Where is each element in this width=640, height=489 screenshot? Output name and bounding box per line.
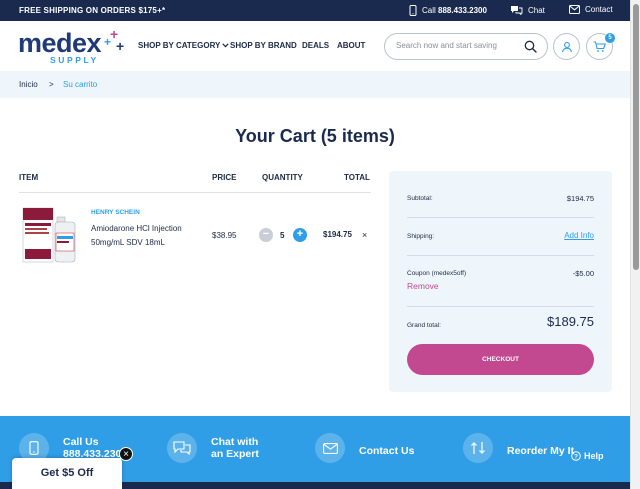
nav-deals-label: DEALS [302,41,330,50]
footer-mail-icon [315,433,345,463]
cart-count-badge: 5 [605,33,615,43]
checkout-button[interactable]: CHECKOUT [407,344,594,375]
medex-logo[interactable]: medex + + + SUPPLY [18,26,124,66]
column-header-item: ITEM [19,173,39,182]
phone-icon [409,5,417,16]
footer-contact-us[interactable]: Contact Us [315,433,415,463]
remove-item-button[interactable]: × [362,230,367,240]
footer-chat-icon [167,433,197,463]
free-shipping-promo: FREE SHIPPING ON ORDERS $175+* [19,6,166,15]
quantity-value[interactable]: 5 [280,231,284,240]
nav-about[interactable]: ABOUT [337,41,365,50]
logo-plus-navy: + [116,38,125,54]
summary-divider [407,255,594,256]
footer-chat-line2: an Expert [211,448,259,460]
call-link[interactable]: Call 888.433.2300 [409,5,487,16]
help-button[interactable]: ? Help [571,451,604,461]
page-title: Your Cart (5 items) [235,126,395,146]
chevron-down-icon [222,43,230,48]
column-header-price: PRICE [212,173,237,182]
call-label: Call [422,6,436,15]
contact-link[interactable]: Contact [569,5,613,14]
cart-icon [593,40,606,52]
breadcrumb-separator: > [49,80,54,89]
summary-divider [407,217,594,218]
footer-contact-label: Contact Us [359,444,415,457]
search-icon[interactable] [524,40,537,53]
grand-total-label: Grand total: [407,322,441,329]
help-label: Help [584,451,604,461]
account-button[interactable] [553,33,580,60]
logo-plus-blue: + [104,35,112,49]
nav-about-label: ABOUT [337,41,366,50]
mail-icon [569,5,580,14]
contact-label: Contact [585,5,613,14]
chat-label: Chat [528,5,545,15]
chat-link[interactable]: Chat [510,5,545,15]
breadcrumb-current: Su carrito [63,80,98,89]
product-brand: HENRY SCHEIN [91,209,140,216]
column-header-total: TOTAL [344,173,370,182]
remove-coupon-link[interactable]: Remove [407,281,439,291]
search-box [384,33,548,60]
add-shipping-info-link[interactable]: Add Info [564,231,594,240]
scrollbar-thumb[interactable] [633,4,639,270]
coupon-value: -$5.00 [572,269,594,278]
footer-chat-line1: Chat with [211,435,259,448]
breadcrumb-home[interactable]: Inicio [19,80,38,89]
summary-divider [407,306,594,307]
footer-call-label: Call Us [63,435,99,448]
table-divider [19,192,371,193]
chat-icon [511,6,523,15]
product-image[interactable] [21,205,77,265]
footer-chat-expert[interactable]: Chat with an Expert [167,433,259,463]
coupon-label: Coupon (medex5off) [407,270,467,277]
quantity-increase-button[interactable]: + [293,228,307,242]
shipping-label: Shipping: [407,233,435,240]
user-icon [561,41,572,52]
nav-deals[interactable]: DEALS [302,41,329,50]
product-name[interactable]: Amiodarone HCl Injection 50mg/mL SDV 18m… [91,222,191,249]
line-total: $194.75 [323,230,352,239]
footer-reorder-icon [463,433,493,463]
nav-shop-by-brand[interactable]: SHOP BY BRAND [230,41,297,50]
top-bar: FREE SHIPPING ON ORDERS $175+* Call 888.… [0,0,640,21]
breadcrumb: Inicio > Su carrito [0,71,630,98]
subtotal-label: Subtotal: [407,195,433,202]
nav-shop-by-category[interactable]: SHOP BY CATEGORY [138,41,230,50]
subtotal-value: $194.75 [566,194,594,203]
quantity-decrease-button[interactable]: − [259,228,273,242]
nav-category-label: SHOP BY CATEGORY [138,41,221,50]
call-number: 888.433.2300 [438,6,487,15]
get-5-off-popup[interactable]: Get $5 Off [12,458,122,489]
nav-brand-label: SHOP BY BRAND [230,41,297,50]
svg-text:?: ? [574,453,578,460]
grand-total-value: $189.75 [547,314,594,329]
product-price: $38.95 [212,231,237,240]
footer-reorder-label: Reorder My It [507,444,575,457]
help-icon: ? [571,451,581,461]
logo-subtitle: SUPPLY [50,55,99,65]
page-scrollbar[interactable] [630,0,640,489]
search-input[interactable] [396,41,516,50]
order-summary: Subtotal: $194.75 Shipping: Add Info Cou… [389,171,612,392]
footer-reorder[interactable]: Reorder My It [463,433,575,463]
site-header: medex + + + SUPPLY SHOP BY CATEGORY SHOP… [0,21,630,71]
close-popup-icon[interactable]: × [119,447,133,461]
column-header-quantity: QUANTITY [262,173,303,182]
